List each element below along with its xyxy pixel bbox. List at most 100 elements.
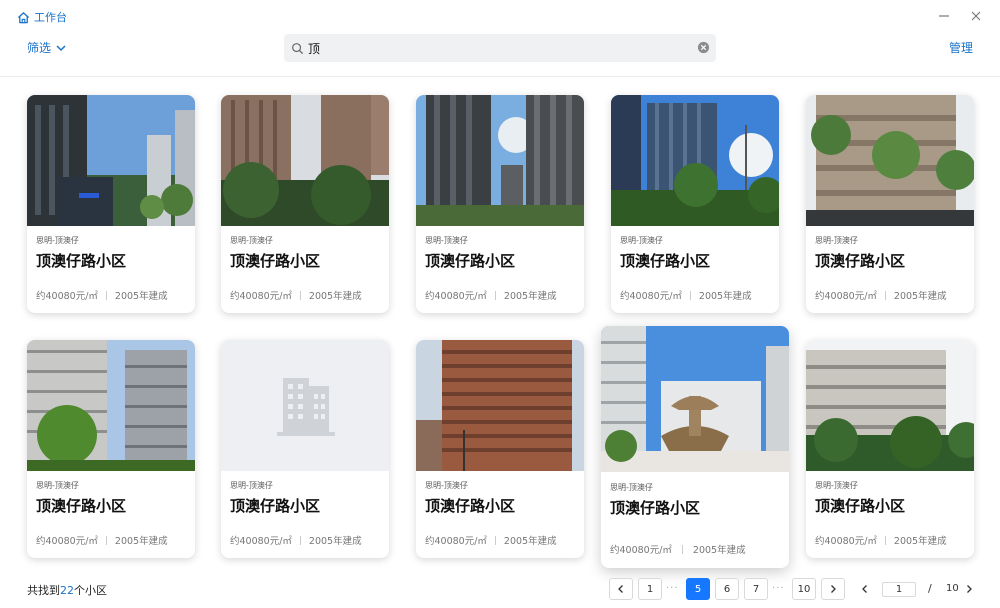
community-photo: [416, 340, 584, 471]
building-icon: [277, 378, 335, 436]
divider: [884, 290, 886, 300]
search-input[interactable]: [308, 41, 688, 55]
page-separator: /: [928, 582, 932, 595]
community-card[interactable]: 思明-顶澳仔 顶澳仔路小区 约40080元/㎡ 2005年建成: [221, 340, 389, 558]
minimize-icon: [939, 15, 949, 17]
community-meta: 约40080元/㎡ 2005年建成: [610, 542, 746, 556]
community-price: 约40080元/㎡: [36, 536, 98, 547]
prev-page-button[interactable]: [609, 578, 633, 600]
manage-button[interactable]: 管理: [949, 39, 973, 56]
divider: [299, 290, 301, 300]
community-year: 2005年建成: [692, 545, 746, 556]
divider: [884, 535, 886, 545]
community-card[interactable]: 思明-顶澳仔 顶澳仔路小区 约40080元/㎡ 2005年建成: [27, 340, 195, 558]
community-year: 2005年建成: [308, 536, 362, 547]
community-card[interactable]: 思明-顶澳仔 顶澳仔路小区 约40080元/㎡ 2005年建成: [416, 95, 584, 313]
community-district: 思明-顶澳仔: [36, 236, 79, 245]
community-name: 顶澳仔路小区: [425, 497, 516, 515]
chevron-down-icon: [56, 44, 66, 51]
community-card[interactable]: 思明-顶澳仔 顶澳仔路小区 约40080元/㎡ 2005年建成: [611, 95, 779, 313]
divider: [681, 544, 683, 554]
next-page-button[interactable]: [821, 578, 845, 600]
community-meta: 约40080元/㎡ 2005年建成: [425, 288, 557, 302]
result-count-prefix: 共找到: [27, 584, 60, 597]
clear-icon[interactable]: [697, 41, 710, 54]
community-price: 约40080元/㎡: [425, 291, 487, 302]
divider: [299, 535, 301, 545]
community-price: 约40080元/㎡: [610, 545, 672, 556]
divider: [494, 535, 496, 545]
community-photo: [611, 95, 779, 226]
community-photo: [27, 340, 195, 471]
community-photo: [27, 95, 195, 226]
page-button-5[interactable]: 5: [686, 578, 710, 600]
community-year: 2005年建成: [893, 291, 947, 302]
chevron-left-icon: [618, 585, 623, 593]
title-bar: 工作台: [0, 0, 1000, 32]
community-year: 2005年建成: [308, 291, 362, 302]
community-photo-placeholder: [221, 340, 389, 471]
community-district: 思明-顶澳仔: [620, 236, 663, 245]
community-photo: [806, 95, 974, 226]
community-meta: 约40080元/㎡ 2005年建成: [36, 533, 168, 547]
community-meta: 约40080元/㎡ 2005年建成: [815, 533, 947, 547]
search-bar[interactable]: [284, 34, 716, 62]
community-photo: [416, 95, 584, 226]
divider: [689, 290, 691, 300]
community-card[interactable]: 思明-顶澳仔 顶澳仔路小区 约40080元/㎡ 2005年建成: [416, 340, 584, 558]
community-district: 思明-顶澳仔: [230, 481, 273, 490]
divider: [494, 290, 496, 300]
community-meta: 约40080元/㎡ 2005年建成: [230, 533, 362, 547]
chevron-left-icon[interactable]: [860, 584, 870, 594]
community-price: 约40080元/㎡: [815, 291, 877, 302]
community-year: 2005年建成: [503, 291, 557, 302]
community-card[interactable]: 思明-顶澳仔 顶澳仔路小区 约40080元/㎡ 2005年建成: [806, 340, 974, 558]
community-name: 顶澳仔路小区: [230, 497, 321, 515]
result-count-suffix: 个小区: [74, 584, 107, 597]
community-meta: 约40080元/㎡ 2005年建成: [425, 533, 557, 547]
community-name: 顶澳仔路小区: [610, 499, 701, 517]
pagination-ellipsis[interactable]: ···: [666, 583, 679, 594]
community-district: 思明-顶澳仔: [610, 483, 653, 492]
page-button-6[interactable]: 6: [715, 578, 739, 600]
filter-button[interactable]: 筛选: [27, 39, 67, 56]
community-price: 约40080元/㎡: [230, 291, 292, 302]
result-count: 共找到22个小区: [27, 582, 107, 598]
home-link[interactable]: 工作台: [17, 9, 67, 25]
community-photo: [806, 340, 974, 471]
community-card[interactable]: 思明-顶澳仔 顶澳仔路小区 约40080元/㎡ 2005年建成: [806, 95, 974, 313]
chevron-right-icon[interactable]: [964, 584, 974, 594]
community-name: 顶澳仔路小区: [620, 252, 711, 270]
community-card[interactable]: 思明-顶澳仔 顶澳仔路小区 约40080元/㎡ 2005年建成: [221, 95, 389, 313]
community-price: 约40080元/㎡: [425, 536, 487, 547]
community-photo: [601, 326, 789, 472]
page-button-10[interactable]: 10: [792, 578, 816, 600]
window-title: 工作台: [34, 11, 67, 24]
chevron-right-icon: [831, 585, 836, 593]
community-district: 思明-顶澳仔: [815, 236, 858, 245]
result-count-number: 22: [60, 584, 74, 597]
community-name: 顶澳仔路小区: [425, 252, 516, 270]
community-name: 顶澳仔路小区: [36, 252, 127, 270]
community-card-hover[interactable]: 思明-顶澳仔 顶澳仔路小区 约40080元/㎡ 2005年建成: [601, 326, 789, 568]
page-button-7[interactable]: 7: [744, 578, 768, 600]
community-year: 2005年建成: [893, 536, 947, 547]
community-meta: 约40080元/㎡ 2005年建成: [230, 288, 362, 302]
page-jump-input[interactable]: [882, 582, 916, 597]
pagination-ellipsis[interactable]: ···: [772, 583, 785, 594]
community-district: 思明-顶澳仔: [425, 236, 468, 245]
community-name: 顶澳仔路小区: [36, 497, 127, 515]
community-name: 顶澳仔路小区: [815, 252, 906, 270]
total-pages: 10: [946, 583, 959, 594]
close-icon: [971, 11, 981, 21]
filter-label: 筛选: [27, 41, 52, 55]
community-card[interactable]: 思明-顶澳仔 顶澳仔路小区 约40080元/㎡ 2005年建成: [27, 95, 195, 313]
close-button[interactable]: [968, 8, 984, 24]
search-icon: [292, 42, 304, 54]
minimize-button[interactable]: [936, 8, 952, 24]
community-district: 思明-顶澳仔: [230, 236, 273, 245]
page-button-1[interactable]: 1: [638, 578, 662, 600]
home-icon: [17, 11, 30, 23]
toolbar: 筛选 管理: [0, 32, 1000, 77]
community-year: 2005年建成: [503, 536, 557, 547]
